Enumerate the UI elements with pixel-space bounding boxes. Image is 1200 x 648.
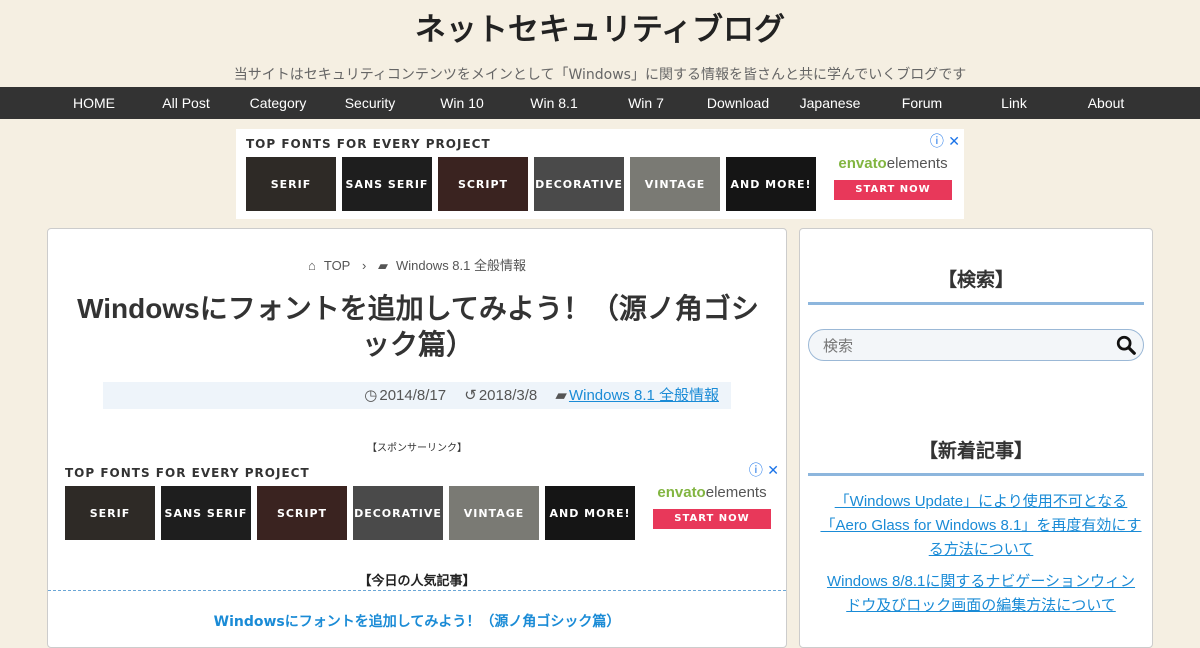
nav-item-japanese[interactable]: Japanese: [784, 87, 876, 119]
updated-date: 2018/3/8: [478, 387, 538, 404]
home-icon: ⌂: [308, 258, 316, 273]
sidebar: 【検索】 【新着記事】 「Windows Update」により使用不可となる「A…: [799, 228, 1153, 648]
ad-tile-serif[interactable]: SERIF: [65, 486, 155, 540]
ad-tile-script[interactable]: SCRIPT: [438, 157, 528, 211]
ad-tile-decorative[interactable]: DECORATIVE: [534, 157, 624, 211]
nav-item-all-post[interactable]: All Post: [140, 87, 232, 119]
ad-tile-script[interactable]: SCRIPT: [257, 486, 347, 540]
ad-close-icon[interactable]: ⓘ ✕: [930, 131, 960, 151]
main-nav: HOME All Post Category Security Win 10 W…: [0, 87, 1200, 119]
nav-item-category[interactable]: Category: [232, 87, 324, 119]
ad-tile-sans-serif[interactable]: SANS SERIF: [161, 486, 251, 540]
new-posts-widget-title: 【新着記事】: [808, 436, 1144, 476]
site-description: 当サイトはセキュリティコンテンツをメインとして「Windows」に関する情報を皆…: [233, 67, 967, 83]
nav-item-security[interactable]: Security: [324, 87, 416, 119]
breadcrumb: ⌂ TOP › ▰ Windows 8.1 全般情報: [48, 255, 786, 274]
folder-icon: ▰: [555, 387, 567, 404]
history-icon: ↺: [464, 387, 477, 404]
nav-item-win10[interactable]: Win 10: [416, 87, 508, 119]
nav-item-link[interactable]: Link: [968, 87, 1060, 119]
ad-tile-and-more[interactable]: AND MORE!: [726, 157, 816, 211]
clock-icon: ◷: [364, 387, 378, 404]
envato-block: envatoelements START NOW: [651, 484, 773, 529]
search-box: [808, 329, 1144, 361]
ad-title: TOP FONTS FOR EVERY PROJECT: [246, 137, 491, 151]
popular-heading: 【今日の人気記事】: [358, 574, 476, 589]
inline-ad-banner[interactable]: TOP FONTS FOR EVERY PROJECT ⓘ ✕ SERIF SA…: [55, 458, 783, 548]
nav-item-win81[interactable]: Win 8.1: [508, 87, 600, 119]
ad-tile-serif[interactable]: SERIF: [246, 157, 336, 211]
search-widget-title: 【検索】: [808, 265, 1144, 305]
ad-close-icon[interactable]: ⓘ ✕: [749, 460, 779, 480]
envato-logo: envatoelements: [838, 155, 948, 172]
breadcrumb-top[interactable]: TOP: [324, 258, 351, 273]
ad-tile-sans-serif[interactable]: SANS SERIF: [342, 157, 432, 211]
popular-divider: [48, 590, 786, 591]
new-post-link[interactable]: Windows 8/8.1に関するナビゲーションウィンドウ及びロック画面の編集方…: [820, 570, 1142, 618]
envato-logo: envatoelements: [657, 484, 767, 501]
new-post-link[interactable]: 「Windows Update」により使用不可となる「Aero Glass fo…: [820, 490, 1142, 562]
nav-item-win7[interactable]: Win 7: [600, 87, 692, 119]
chevron-right-icon: ›: [361, 258, 367, 273]
search-input[interactable]: [821, 335, 1105, 357]
top-ad-banner[interactable]: TOP FONTS FOR EVERY PROJECT ⓘ ✕ SERIF SA…: [236, 129, 964, 219]
nav-item-forum[interactable]: Forum: [876, 87, 968, 119]
published-date: 2014/8/17: [379, 387, 447, 404]
folder-icon: ▰: [377, 258, 388, 273]
ad-title: TOP FONTS FOR EVERY PROJECT: [65, 466, 310, 480]
nav-item-home[interactable]: HOME: [48, 87, 140, 119]
nav-item-download[interactable]: Download: [692, 87, 784, 119]
start-now-button[interactable]: START NOW: [653, 509, 771, 529]
start-now-button[interactable]: START NOW: [834, 180, 952, 200]
nav-item-about[interactable]: About: [1060, 87, 1152, 119]
post-meta: ◷ 2014/8/17 ↺ 2018/3/8 ▰ Windows 8.1 全般情報: [103, 382, 731, 409]
main-content: ⌂ TOP › ▰ Windows 8.1 全般情報 Windowsにフォントを追加…: [47, 228, 787, 648]
search-icon[interactable]: [1115, 334, 1137, 356]
site-title[interactable]: ネットセキュリティブログ: [0, 0, 1200, 50]
sponsor-label: 【スポンサーリンク】: [367, 443, 467, 454]
ad-tile-vintage[interactable]: VINTAGE: [630, 157, 720, 211]
popular-article-link[interactable]: Windowsにフォントを追加してみよう！（源ノ角ゴシック篇）: [48, 611, 786, 631]
envato-block: envatoelements START NOW: [832, 155, 954, 200]
ad-tile-decorative[interactable]: DECORATIVE: [353, 486, 443, 540]
post-category-link[interactable]: Windows 8.1 全般情報: [569, 387, 719, 404]
breadcrumb-category[interactable]: Windows 8.1 全般情報: [396, 258, 526, 273]
ad-tile-vintage[interactable]: VINTAGE: [449, 486, 539, 540]
site-header: ネットセキュリティブログ 当サイトはセキュリティコンテンツをメインとして「Win…: [0, 0, 1200, 87]
ad-tile-and-more[interactable]: AND MORE!: [545, 486, 635, 540]
post-title: Windowsにフォントを追加してみよう！（源ノ角ゴシック篇）: [77, 293, 759, 360]
